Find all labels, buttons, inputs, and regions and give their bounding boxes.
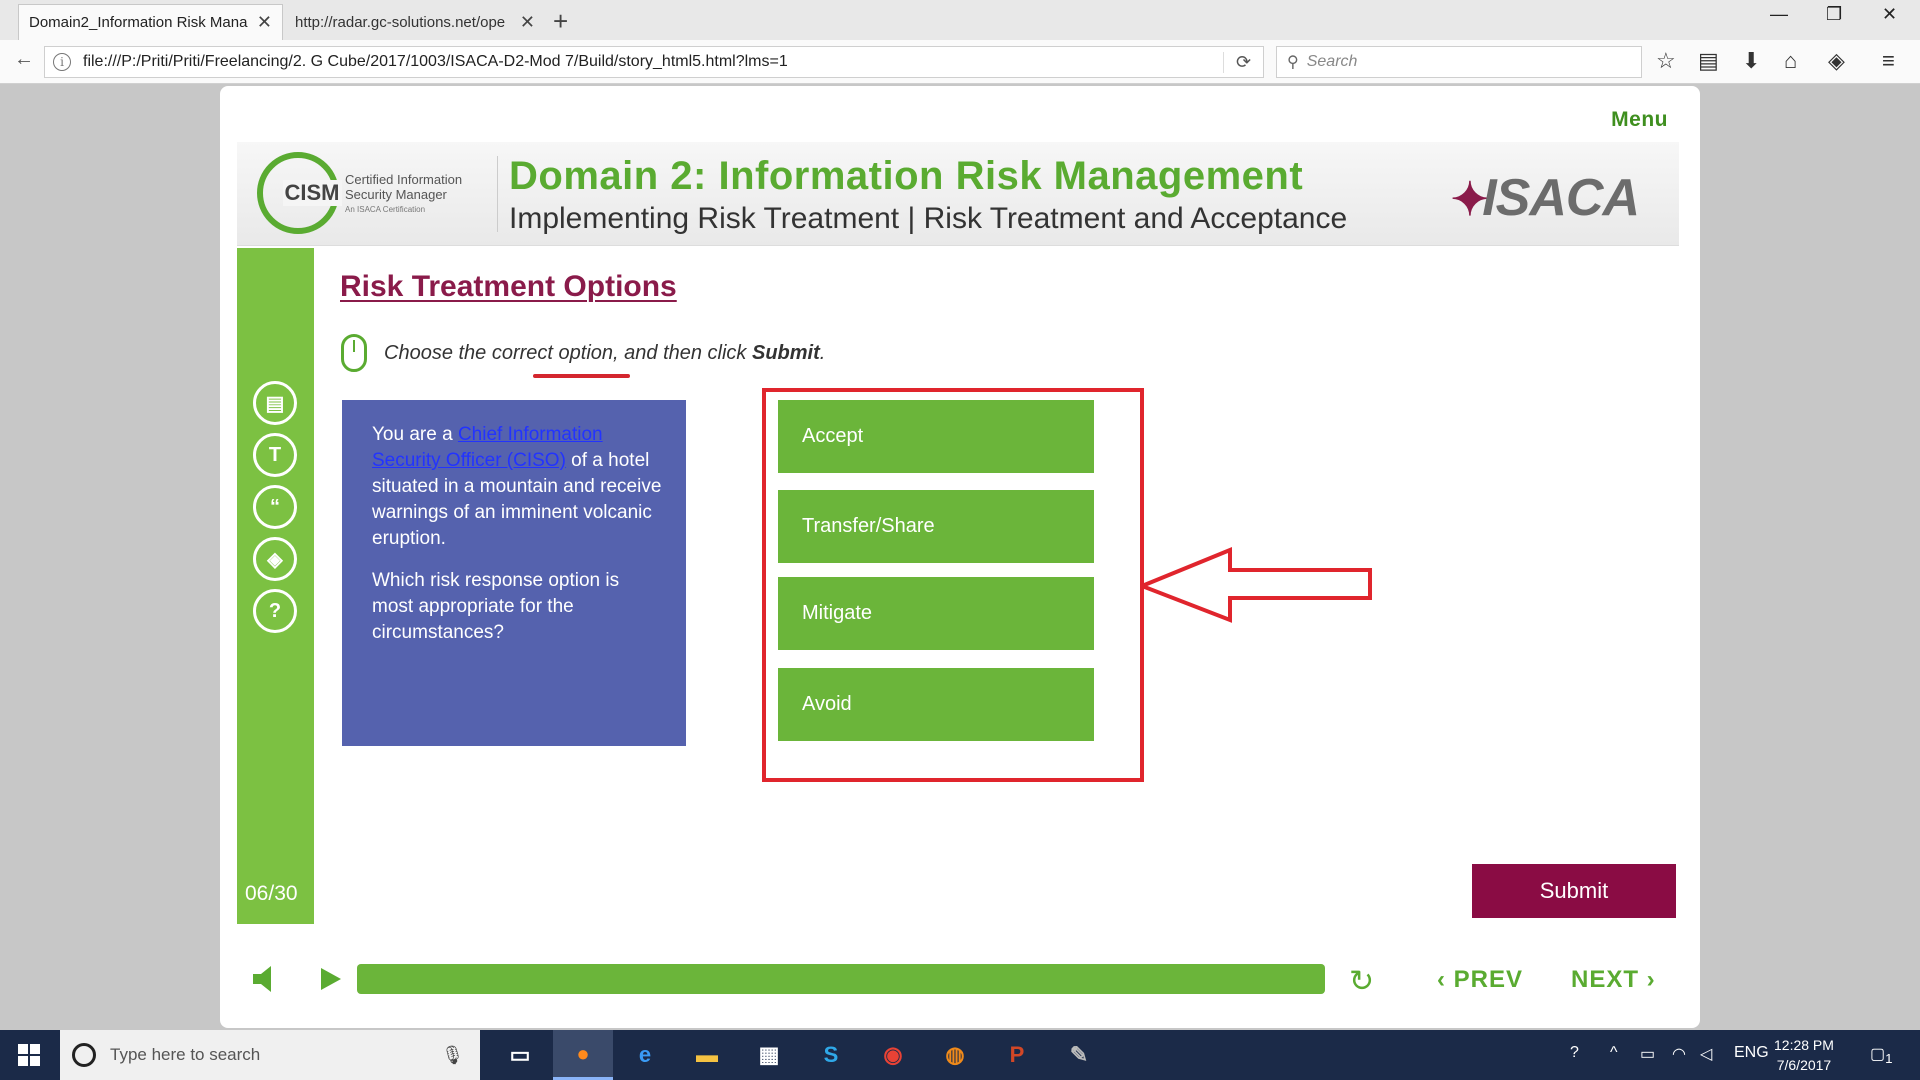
progress-fill: [357, 964, 1325, 994]
question-panel: You are a Chief Information Security Off…: [342, 400, 686, 746]
speaker-icon[interactable]: ◁: [1700, 1044, 1712, 1064]
file-explorer-icon[interactable]: ▬: [677, 1030, 737, 1080]
tab-label: Domain2_Information Risk Mana: [29, 14, 248, 31]
restore-icon[interactable]: ❐: [1826, 4, 1842, 25]
cism-logo-text: CISM: [282, 180, 342, 206]
domain-title: Domain 2: Information Risk Management: [509, 154, 1304, 198]
notification-count: 1: [1885, 1051, 1893, 1067]
edge-icon[interactable]: e: [615, 1030, 675, 1080]
notes-icon[interactable]: ▤: [253, 381, 297, 425]
cism-sub-line: An ISACA Certification: [345, 205, 426, 214]
paint-icon[interactable]: ✎: [1049, 1030, 1109, 1080]
browser-nav-bar: ← i file:///P:/Priti/Priti/Freelancing/2…: [0, 40, 1920, 84]
cism-sub-line: Certified Information: [345, 172, 463, 187]
url-bar[interactable]: i file:///P:/Priti/Priti/Freelancing/2. …: [44, 46, 1264, 78]
window-close-icon[interactable]: ✕: [1882, 4, 1897, 25]
instruction-prefix: Choose the correct option, and then clic…: [384, 342, 752, 364]
sidebar: ▤ T “ ◈ ? 06/30: [237, 248, 314, 924]
replay-icon[interactable]: ↻: [1349, 964, 1374, 999]
question-prompt: Which risk response option is most appro…: [372, 570, 620, 643]
firefox-icon[interactable]: ●: [553, 1030, 613, 1080]
back-arrow-icon[interactable]: ←: [14, 48, 34, 71]
search-icon: ⚲: [1287, 54, 1299, 71]
play-icon[interactable]: [321, 968, 341, 990]
hamburger-menu-icon[interactable]: ≡: [1882, 48, 1895, 74]
playback-controls: ↻ ‹ PREV NEXT ›: [237, 956, 1679, 1006]
annotation-underline: [533, 374, 630, 378]
clock-time: 12:28 PM: [1774, 1037, 1834, 1053]
instruction-text: Choose the correct option, and then clic…: [384, 342, 825, 365]
isaca-logo-text: ISACA: [1482, 169, 1640, 227]
skype-icon[interactable]: S: [801, 1030, 861, 1080]
close-icon[interactable]: ✕: [520, 12, 535, 33]
bookmark-star-icon[interactable]: ☆: [1656, 48, 1676, 74]
url-text[interactable]: file:///P:/Priti/Priti/Freelancing/2. G …: [83, 53, 1223, 71]
instruction-suffix: .: [819, 342, 826, 364]
instruction-bold: Submit: [752, 342, 820, 364]
submit-button[interactable]: Submit: [1472, 864, 1676, 918]
question-scenario: You are a Chief Information Security Off…: [372, 422, 662, 552]
isaca-logo: ✦ISACA: [1451, 168, 1640, 228]
taskbar-search-placeholder: Type here to search: [110, 1045, 261, 1064]
clock-date: 7/6/2017: [1776, 1057, 1832, 1073]
browser-tab-bar: Domain2_Information Risk Mana ✕ http://r…: [0, 0, 1920, 40]
home-icon[interactable]: ⌂: [1784, 48, 1797, 74]
course-header: CISM Certified Information Security Mana…: [237, 142, 1679, 246]
taskbar: Type here to search 🎙 ▭ ● e ▬ ▦ S ◉ ◍ P …: [0, 1030, 1920, 1080]
tab-label: http://radar.gc-solutions.net/ope: [295, 13, 506, 31]
minimize-icon[interactable]: —: [1770, 4, 1788, 25]
notification-center-icon[interactable]: ▢1: [1870, 1044, 1893, 1066]
cism-subtitle: Certified Information Security Manager A…: [345, 172, 462, 217]
cism-logo: CISM: [257, 152, 342, 234]
close-icon[interactable]: ✕: [257, 12, 272, 33]
question-intro: You are a: [372, 424, 458, 445]
wifi-icon[interactable]: ◠: [1672, 1044, 1686, 1064]
next-label: NEXT: [1571, 966, 1640, 993]
volume-icon[interactable]: [253, 966, 275, 992]
reading-list-icon[interactable]: ▤: [1698, 48, 1719, 74]
search-placeholder: Search: [1306, 53, 1358, 70]
prev-button[interactable]: ‹ PREV: [1437, 966, 1523, 994]
info-icon[interactable]: i: [53, 53, 71, 71]
reload-icon[interactable]: ⟳: [1223, 51, 1263, 73]
topic-title: Implementing Risk Treatment | Risk Treat…: [509, 202, 1348, 235]
prev-label: PREV: [1453, 966, 1524, 993]
annotation-highlight-box: [762, 388, 1144, 782]
microphone-icon[interactable]: 🎙: [441, 1045, 464, 1066]
cortana-icon: [72, 1043, 96, 1067]
tab-course[interactable]: Domain2_Information Risk Mana ✕: [18, 4, 283, 40]
chevron-up-icon[interactable]: ^: [1610, 1044, 1618, 1062]
quote-icon[interactable]: “: [253, 485, 297, 529]
course-player: Menu CISM Certified Information Security…: [220, 86, 1700, 1028]
windows-start-icon[interactable]: [18, 1044, 40, 1066]
task-view-icon[interactable]: ▭: [490, 1030, 550, 1080]
mouse-icon: [341, 334, 367, 372]
slide-title: Risk Treatment Options: [340, 270, 677, 303]
pocket-icon[interactable]: ◈: [1828, 48, 1845, 74]
cism-sub-line: Security Manager: [345, 187, 447, 202]
store-icon[interactable]: ▦: [739, 1030, 799, 1080]
transcript-icon[interactable]: T: [253, 433, 297, 477]
next-button[interactable]: NEXT ›: [1571, 966, 1656, 994]
tab-radar[interactable]: http://radar.gc-solutions.net/ope ✕: [285, 4, 545, 40]
chrome-icon[interactable]: ◉: [863, 1030, 923, 1080]
menu-button[interactable]: Menu: [1611, 108, 1668, 132]
powerpoint-icon[interactable]: P: [987, 1030, 1047, 1080]
taskbar-search-input[interactable]: Type here to search 🎙: [60, 1030, 480, 1080]
search-input[interactable]: ⚲ Search: [1276, 46, 1642, 78]
system-clock[interactable]: 12:28 PM 7/6/2017: [1774, 1035, 1834, 1075]
progress-bar[interactable]: [357, 964, 1325, 994]
vlc-like-app-icon[interactable]: ◍: [925, 1030, 985, 1080]
new-tab-icon[interactable]: +: [553, 6, 568, 37]
download-icon[interactable]: ⬇: [1742, 48, 1760, 74]
header-divider: [497, 156, 498, 232]
slide-counter: 06/30: [245, 882, 298, 905]
battery-icon[interactable]: ▭: [1640, 1044, 1655, 1064]
language-indicator[interactable]: ENG: [1734, 1044, 1769, 1062]
help-icon[interactable]: ?: [253, 589, 297, 633]
resources-layers-icon[interactable]: ◈: [253, 537, 297, 581]
annotation-arrow-icon: [1140, 547, 1372, 623]
help-tray-icon[interactable]: ?: [1570, 1044, 1579, 1062]
